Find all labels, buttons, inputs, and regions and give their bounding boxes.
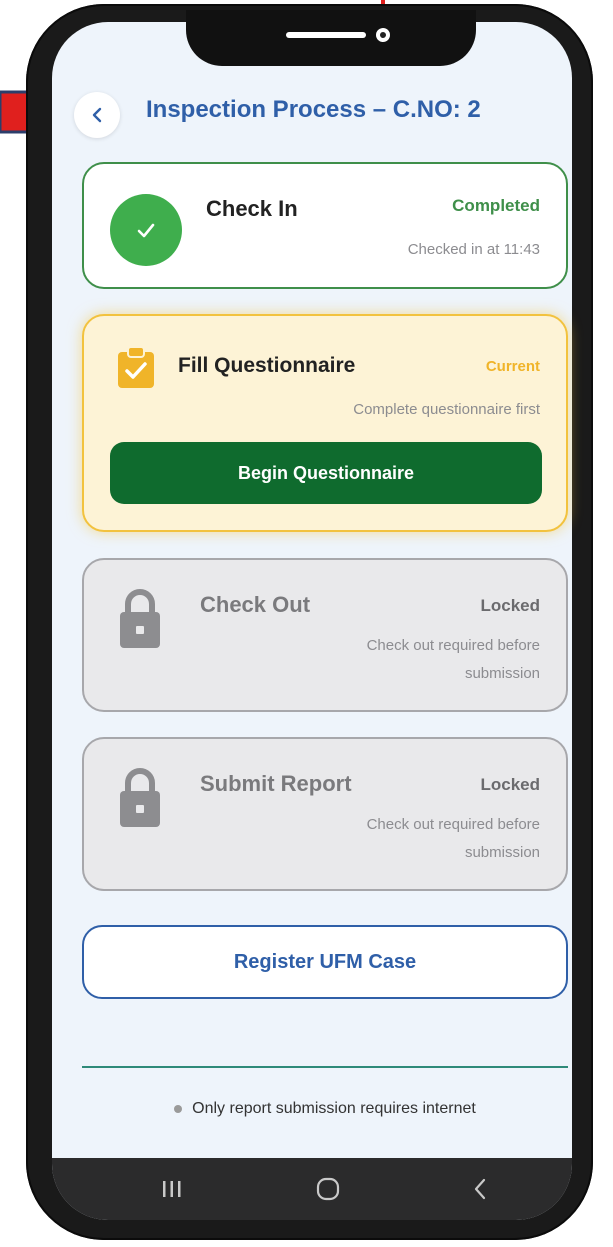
- section-divider: [82, 1066, 568, 1068]
- step-description: Complete questionnaire first: [353, 401, 540, 418]
- page-title: Inspection Process – C.NO: 2: [146, 96, 481, 123]
- camera-dot: [376, 28, 390, 42]
- recents-icon: [163, 1181, 181, 1197]
- begin-questionnaire-button[interactable]: Begin Questionnaire: [110, 442, 542, 504]
- step-title: Submit Report: [200, 771, 352, 796]
- step-card-submit-report: Submit Report Locked Check out required …: [82, 737, 568, 891]
- step-description-line1: Check out required before: [366, 637, 540, 654]
- speaker-bar: [286, 32, 366, 38]
- home-icon: [316, 1177, 340, 1201]
- step-description-line1: Check out required before: [366, 816, 540, 833]
- step-title: Check Out: [200, 592, 311, 617]
- screenshot-stage: Inspection Process – C.NO: 2 Check In Co…: [0, 0, 613, 1247]
- bullet-dot-icon: [174, 1104, 183, 1113]
- step-status-badge: Completed: [452, 196, 540, 215]
- home-button[interactable]: [308, 1172, 348, 1206]
- step-title: Check In: [206, 196, 298, 221]
- step-card-fill-questionnaire: Fill Questionnaire Current Complete ques…: [82, 314, 568, 532]
- register-ufm-case-button[interactable]: Register UFM Case: [82, 925, 568, 999]
- recents-button[interactable]: [152, 1172, 192, 1206]
- internet-note: Only report submission requires internet: [82, 1100, 568, 1118]
- step-description-line2: submission: [464, 665, 540, 682]
- back-icon: [474, 1178, 486, 1200]
- step-title: Fill Questionnaire: [178, 354, 356, 377]
- camera-notch: [186, 10, 476, 66]
- internet-note-text: Only report submission requires internet: [192, 1100, 476, 1117]
- checkmark-circle-icon: [110, 194, 182, 266]
- lock-icon: [120, 768, 160, 827]
- nav-back-button[interactable]: [460, 1172, 500, 1206]
- step-status-badge: Locked: [480, 775, 540, 794]
- back-button[interactable]: [74, 92, 120, 138]
- step-description: Checked in at 11:43: [407, 241, 540, 258]
- chevron-left-icon: [92, 107, 102, 123]
- system-nav-bar: [52, 1158, 572, 1220]
- step-description-line2: submission: [464, 844, 540, 861]
- clipboard-check-icon: [118, 346, 154, 388]
- step-status-badge: Locked: [480, 596, 540, 615]
- step-card-check-out: Check Out Locked Check out required befo…: [82, 558, 568, 712]
- step-card-check-in: Check In Completed Checked in at 11:43: [82, 162, 568, 289]
- step-status-badge: Current: [485, 358, 540, 375]
- lock-icon: [120, 589, 160, 648]
